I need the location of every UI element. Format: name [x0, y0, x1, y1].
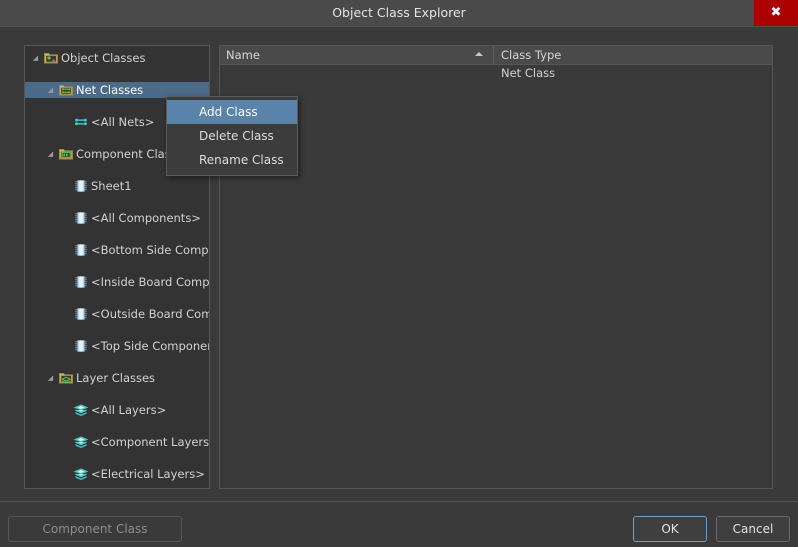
context-menu[interactable]: Add Class Delete Class Rename Class	[166, 96, 298, 176]
component-icon	[73, 306, 89, 322]
component-icon	[73, 274, 89, 290]
tree-item[interactable]: <All Components>	[25, 210, 209, 226]
tree-item-label: <Electrical Layers>	[91, 467, 205, 481]
tree-item-label: Sheet1	[91, 179, 132, 193]
tree-item-label: <Top Side Components>	[91, 339, 209, 353]
tree-item[interactable]: ◢ Layer Classes	[25, 370, 209, 386]
component-icon	[73, 178, 89, 194]
tree-item[interactable]: <Bottom Side Components>	[25, 242, 209, 258]
component-icon	[73, 338, 89, 354]
tree-item[interactable]: <All Layers>	[25, 402, 209, 418]
net-icon	[73, 114, 89, 130]
list-body: Net Class	[220, 65, 772, 82]
tree-item[interactable]: <Outside Board Components>	[25, 306, 209, 322]
menu-item-delete-class[interactable]: Delete Class	[167, 124, 297, 148]
tree-expander-icon[interactable]: ◢	[46, 370, 55, 386]
tree-item[interactable]: <Component Layers>	[25, 434, 209, 450]
tree-item-label: <All Nets>	[91, 115, 155, 129]
column-header-class-type[interactable]: Class Type	[495, 46, 772, 64]
net-classes-folder-icon	[58, 82, 74, 98]
generator-prefix: Component Class	[42, 522, 148, 536]
class-members-list-panel[interactable]: Name Class Type Net Class	[219, 45, 773, 489]
tree-item[interactable]: <Inside Board Components>	[25, 274, 209, 290]
tree-item-label: Layer Classes	[76, 371, 156, 385]
object-classes-folder-icon	[43, 50, 59, 66]
menu-item-rename-class[interactable]: Rename Class	[167, 148, 297, 172]
ok-button[interactable]: OK	[633, 516, 707, 542]
cell-class-type: Net Class	[501, 66, 556, 80]
column-header-name[interactable]: Name	[220, 46, 494, 64]
close-icon[interactable]: ✖	[754, 0, 798, 26]
component-class-generator-button[interactable]: Component Class Generator...	[8, 516, 182, 547]
layer-classes-folder-icon	[58, 370, 74, 386]
tree-item-label: Object Classes	[61, 51, 146, 65]
column-header-name-label: Name	[226, 48, 260, 62]
dialog-footer: Component Class Generator... OK Cancel	[0, 501, 798, 547]
table-row[interactable]: Net Class	[220, 65, 772, 82]
tree-item-label: <Component Layers>	[91, 435, 210, 449]
layer-icon	[73, 434, 89, 450]
menu-item-add-class[interactable]: Add Class	[167, 100, 297, 124]
tree-expander-icon[interactable]: ◢	[46, 82, 55, 98]
list-header: Name Class Type	[220, 46, 772, 65]
layer-icon	[73, 402, 89, 418]
tree-item-label: <All Layers>	[91, 403, 167, 417]
tree-item[interactable]: Sheet1	[25, 178, 209, 194]
tree-item[interactable]: ◢ Object Classes	[25, 50, 209, 66]
tree-expander-icon[interactable]: ◢	[31, 50, 40, 66]
cell-name	[226, 65, 486, 82]
tree-item-label: <Inside Board Components>	[91, 275, 210, 289]
object-class-explorer-dialog: Object Class Explorer ✖ ◢ Object Classes ◢…	[0, 0, 798, 547]
window-title: Object Class Explorer	[332, 5, 466, 20]
tree-item[interactable]: <Top Side Components>	[25, 338, 209, 354]
component-icon	[73, 210, 89, 226]
sort-ascending-icon	[475, 52, 483, 56]
tree-expander-icon[interactable]: ◢	[46, 146, 55, 162]
tree-item-label: <Bottom Side Components>	[91, 243, 209, 257]
tree-item-label: <All Components>	[91, 211, 201, 225]
column-header-class-type-label: Class Type	[501, 48, 562, 62]
tree-item-label: Net Classes	[76, 83, 144, 97]
cancel-button[interactable]: Cancel	[716, 516, 790, 542]
tree-item-label: <Outside Board Components>	[91, 307, 209, 321]
component-classes-folder-icon	[58, 146, 74, 162]
tree-item[interactable]: <Electrical Layers>	[25, 466, 209, 482]
component-icon	[73, 242, 89, 258]
layer-icon	[73, 466, 89, 482]
dialog-body: ◢ Object Classes ◢ Net Classes <All Nets> ◢ Co…	[0, 26, 798, 501]
title-bar: Object Class Explorer ✖	[0, 0, 798, 26]
